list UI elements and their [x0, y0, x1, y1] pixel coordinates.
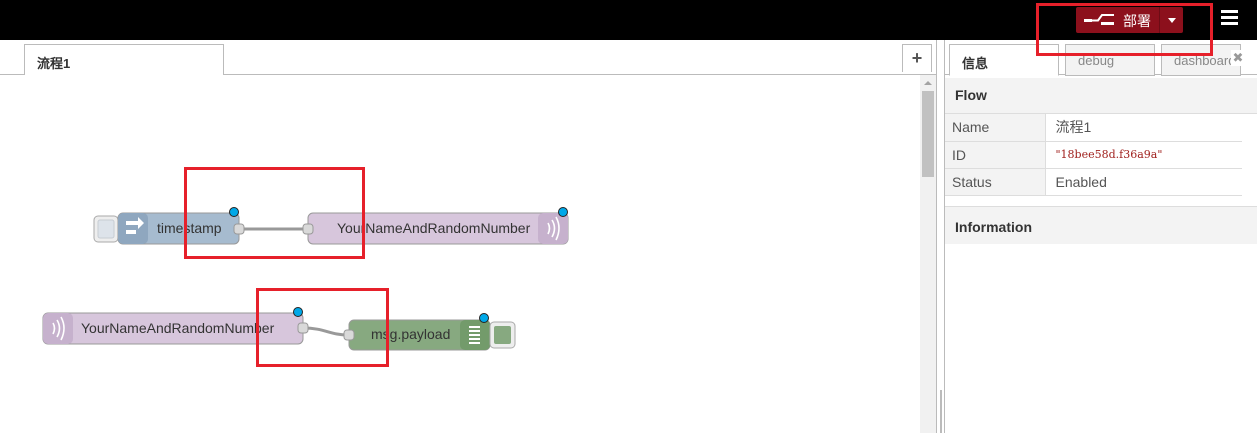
scroll-thumb[interactable]: [922, 91, 934, 177]
information-section-header[interactable]: Information: [945, 206, 1257, 244]
prop-value: "18bee58d.f36a9a": [1045, 141, 1242, 169]
close-tab-icon[interactable]: ✖: [1231, 50, 1245, 66]
prop-value: Enabled: [1045, 168, 1242, 196]
table-row: Name 流程1: [945, 114, 1242, 142]
prop-key: Name: [945, 114, 1046, 142]
add-flow-button[interactable]: +: [902, 44, 932, 72]
annotation-box-wire-1: [184, 167, 365, 259]
audio-out-changed-badge: [558, 207, 568, 217]
information-section-title: Information: [955, 219, 1032, 235]
prop-key: ID: [945, 141, 1046, 169]
scroll-up-icon[interactable]: [924, 81, 932, 85]
audio-in-node-label: YourNameAndRandomNumber: [81, 320, 275, 336]
tab-info-label: 信息: [962, 56, 989, 71]
table-row: ID "18bee58d.f36a9a": [945, 141, 1242, 169]
workspace-tabs: 流程1 +: [0, 40, 936, 76]
audio-out-node-label: YourNameAndRandomNumber: [337, 220, 531, 236]
table-row: Status Enabled: [945, 168, 1242, 196]
prop-key: Status: [945, 168, 1046, 196]
canvas-vertical-scrollbar[interactable]: [920, 75, 936, 433]
flow-section-header[interactable]: Flow: [945, 78, 1257, 114]
prop-value: 流程1: [1045, 114, 1242, 142]
debug-changed-badge: [479, 313, 489, 323]
flow-properties-table: Name 流程1 ID "18bee58d.f36a9a" Status Ena…: [945, 114, 1242, 196]
annotation-box-wire-2: [256, 288, 389, 367]
main-menu-icon[interactable]: [1219, 10, 1239, 28]
annotation-box-deploy: [1036, 3, 1213, 56]
splitter-grip[interactable]: [940, 390, 942, 433]
sidebar: 信息 debug dashboard ✖ Flow Name 流程1 ID "1…: [945, 40, 1257, 433]
sidebar-splitter[interactable]: [936, 40, 945, 433]
flow-canvas[interactable]: timestamp YourNameAndRandomNumber YourNa…: [0, 75, 920, 433]
tab-flow-1[interactable]: 流程1: [24, 44, 224, 76]
flow-section-title: Flow: [955, 87, 987, 103]
tab-label: 流程1: [37, 56, 71, 71]
